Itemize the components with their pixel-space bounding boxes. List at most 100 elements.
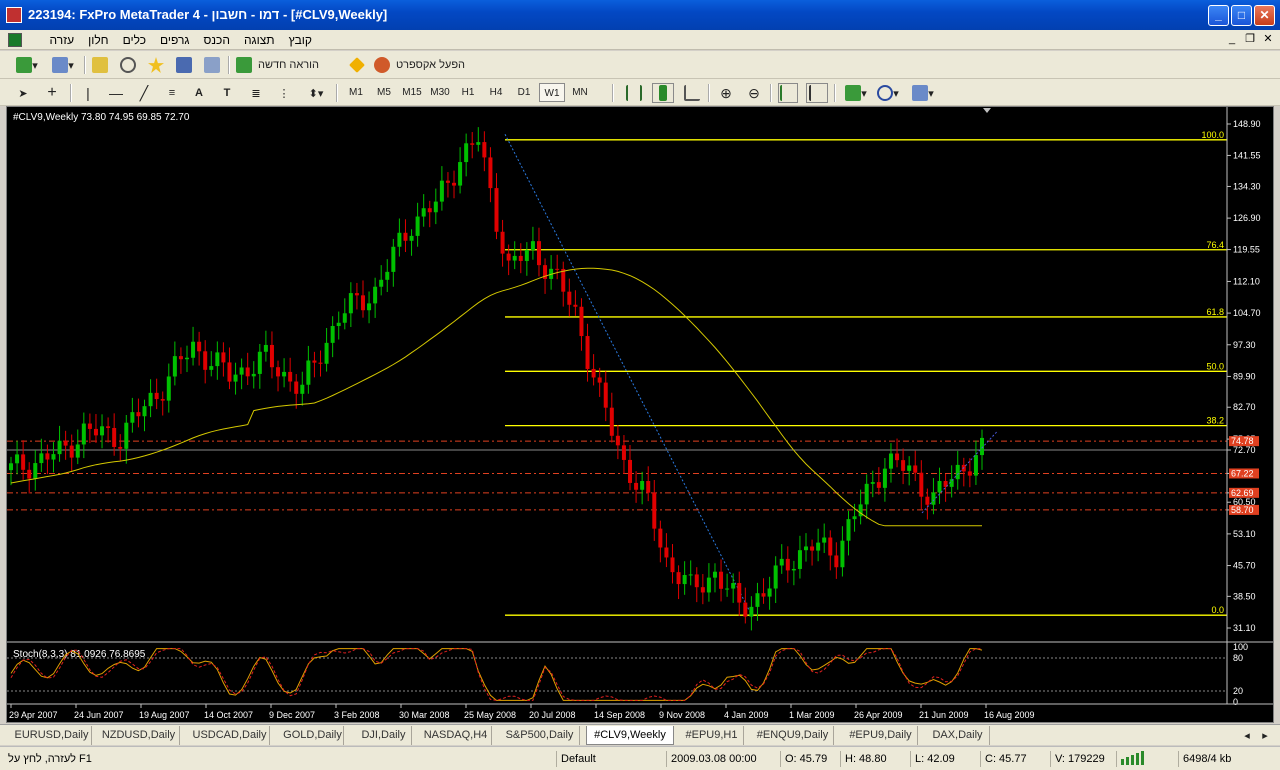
clock-icon (877, 85, 894, 101)
auto-scroll-button[interactable] (778, 83, 798, 103)
window-title: 223194: FxPro MetaTrader 4 - דמו - חשבון… (28, 7, 388, 22)
candle-body (100, 426, 105, 436)
channel-tool[interactable]: ≡ (162, 83, 182, 103)
tab-epu9-h1[interactable]: #EPU9,H1 (680, 726, 744, 745)
periods-button[interactable]: ▾ (874, 83, 902, 103)
maximize-button[interactable]: □ (1231, 5, 1252, 26)
market-watch-button[interactable] (90, 55, 110, 75)
candle-body (797, 550, 802, 569)
candle-body (822, 537, 827, 543)
candlesticks (9, 127, 998, 631)
status-open: O: 45.79 (780, 751, 838, 767)
tab-epu9-daily[interactable]: #EPU9,Daily (844, 726, 918, 745)
tab-dax-daily[interactable]: DAX,Daily (926, 726, 990, 745)
menu-insert[interactable]: הכנס (203, 33, 229, 47)
price-chart[interactable]: 148.90 141.55 134.30 126.90 119.55 112.10 104.… (7, 107, 1273, 722)
candle-body (719, 571, 724, 589)
new-order-icon (236, 57, 252, 73)
fibonacci-tool[interactable]: ≣ (246, 83, 266, 103)
trendline-tool[interactable]: ╱ (134, 83, 154, 103)
candle-body (706, 577, 711, 593)
tab-enqu9-daily[interactable]: #ENQU9,Daily (752, 726, 834, 745)
tab-eurusd-daily[interactable]: EURUSD,Daily (12, 726, 92, 745)
tf-m1[interactable]: M1 (343, 83, 369, 102)
chart-window[interactable]: 148.90 141.55 134.30 126.90 119.55 112.10 104.… (6, 106, 1274, 723)
text-tool[interactable]: A (190, 83, 208, 103)
profiles-button[interactable]: ▾ (48, 55, 78, 75)
mdi-close-button[interactable]: ✕ (1261, 33, 1275, 47)
tab-scroll-left-button[interactable]: ◂ (1240, 725, 1254, 745)
auto-scroll-icon (780, 85, 796, 101)
candle-body (634, 482, 639, 490)
alert-button[interactable] (348, 55, 366, 75)
tab-clv9-weekly[interactable]: #CLV9,Weekly (586, 726, 674, 745)
bar-chart-button[interactable] (624, 83, 644, 103)
indicators-button[interactable]: ▾ (842, 83, 870, 103)
candle-body (876, 482, 881, 488)
status-bar: לעזרה, לחץ על F1 Default 2009.03.08 00:0… (0, 746, 1280, 770)
horizontal-levels[interactable]: 74.78 67.22 62.69 58.70 (7, 436, 1259, 515)
candle-body (980, 437, 984, 456)
line-chart-button[interactable] (682, 83, 702, 103)
candle-body (142, 406, 147, 417)
chart-shift-button[interactable] (806, 83, 828, 103)
candle-body (506, 253, 511, 261)
tf-mn[interactable]: MN (567, 83, 593, 102)
date-tick-label: 4 Jan 2009 (724, 710, 769, 720)
templates-button[interactable]: ▾ (908, 83, 938, 103)
menu-help[interactable]: עזרה (50, 33, 75, 47)
status-high: H: 48.80 (840, 751, 908, 767)
tab-sp500-daily[interactable]: S&P500,Daily (500, 726, 580, 745)
tf-h4[interactable]: H4 (483, 83, 509, 102)
tf-m5[interactable]: M5 (371, 83, 397, 102)
tab-gold-daily[interactable]: GOLD,Daily (282, 726, 344, 745)
tf-m30[interactable]: M30 (427, 83, 453, 102)
candle-body (646, 481, 651, 493)
minimize-button[interactable]: _ (1208, 5, 1229, 26)
chart-doc-icon[interactable] (8, 33, 22, 47)
menu-tools[interactable]: כלים (123, 33, 146, 47)
text-label-tool[interactable]: T (218, 83, 236, 103)
zoom-in-button[interactable]: ⊕ (716, 83, 736, 103)
menu-view[interactable]: תצוגה (244, 33, 275, 47)
vertical-line-tool[interactable]: | (80, 83, 96, 103)
candle-body (87, 423, 92, 429)
new-order-button[interactable]: הוראה חדשה (236, 55, 342, 75)
candle-body (488, 157, 493, 189)
price-tick-label: 89.90 (1233, 371, 1256, 381)
cursor-tool[interactable]: ➤ (14, 83, 32, 103)
tab-dji-daily[interactable]: DJI,Daily (356, 726, 412, 745)
candlestick-button[interactable] (652, 83, 674, 103)
candle-body (658, 528, 663, 548)
favorites-button[interactable] (146, 55, 166, 75)
terminal-button[interactable] (174, 55, 194, 75)
new-chart-button[interactable]: ▾ (12, 55, 42, 75)
crosshair-tool[interactable]: + (42, 83, 62, 103)
menu-charts[interactable]: גרפים (160, 33, 189, 47)
chart-header: #CLV9,Weekly 73.80 74.95 69.85 72.70 (13, 112, 190, 123)
tf-d1[interactable]: D1 (511, 83, 537, 102)
close-button[interactable]: ✕ (1254, 5, 1275, 26)
tf-w1[interactable]: W1 (539, 83, 565, 102)
menu-window[interactable]: חלון (88, 33, 109, 47)
menu-file[interactable]: קובץ (289, 33, 312, 47)
tf-h1[interactable]: H1 (455, 83, 481, 102)
mdi-minimize-button[interactable]: _ (1225, 33, 1239, 47)
navigator-button[interactable] (118, 55, 138, 75)
tab-scroll-right-button[interactable]: ▸ (1258, 725, 1272, 745)
fibonacci-retracement[interactable]: 100.0 76.4 61.8 50.0 38.2 0.0 (504, 130, 1227, 618)
candle-body (615, 435, 620, 446)
zoom-out-button[interactable]: ⊖ (744, 83, 764, 103)
tester-button[interactable] (202, 55, 222, 75)
candle-body (561, 268, 566, 292)
tab-nzdusd-daily[interactable]: NZDUSD,Daily (98, 726, 180, 745)
arrows-tool[interactable]: ⬍▾ (302, 83, 330, 103)
tab-nasdaq-h4[interactable]: NASDAQ,H4 (420, 726, 492, 745)
tf-m15[interactable]: M15 (399, 83, 425, 102)
horizontal-line-tool[interactable]: — (106, 83, 126, 103)
fib-extension-tool[interactable]: ⋮ (274, 83, 294, 103)
date-tick-label: 16 Aug 2009 (984, 710, 1035, 720)
tab-usdcad-daily[interactable]: USDCAD,Daily (190, 726, 270, 745)
expert-advisor-button[interactable]: הפעל אקספרט (374, 55, 486, 75)
mdi-restore-button[interactable]: ❐ (1243, 33, 1257, 47)
